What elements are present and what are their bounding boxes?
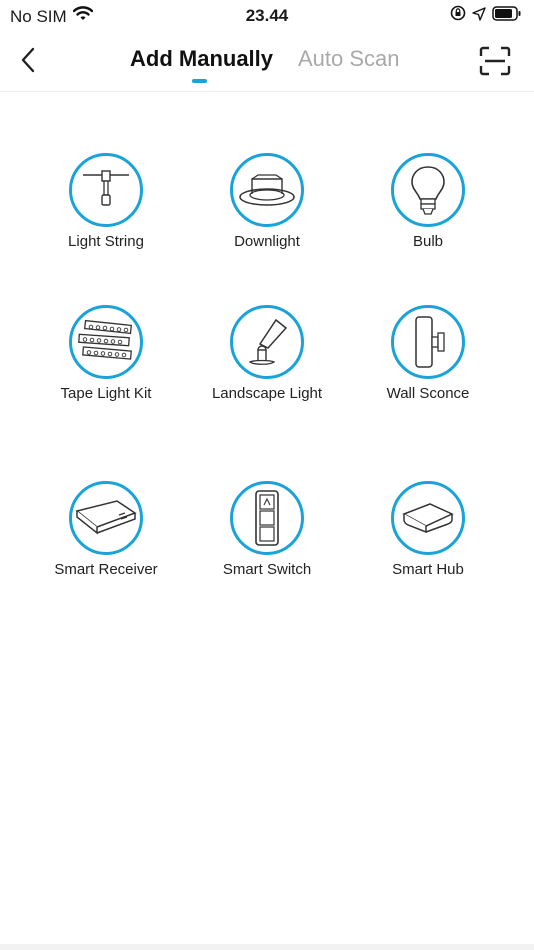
tab-active-indicator (192, 79, 207, 83)
device-label: Landscape Light (211, 385, 323, 402)
device-smart-hub[interactable]: Smart Hub (348, 481, 508, 580)
chevron-left-icon (21, 47, 35, 73)
rotation-lock-icon (450, 5, 466, 26)
device-label: Light String (68, 233, 144, 250)
tab-add-manually[interactable]: Add Manually (130, 46, 273, 72)
nav-bar: Add Manually Auto Scan (0, 34, 534, 92)
device-wall-sconce[interactable]: Wall Sconce (348, 305, 508, 404)
bottom-bar (0, 944, 534, 950)
wall-sconce-icon (391, 305, 465, 379)
device-light-string[interactable]: Light String (26, 153, 186, 252)
device-label: Bulb (412, 233, 444, 250)
device-smart-receiver[interactable]: Smart Receiver (26, 481, 186, 580)
device-bulb[interactable]: Bulb (348, 153, 508, 252)
location-icon (472, 6, 486, 26)
device-label: Smart Receiver (54, 561, 158, 578)
downlight-icon (230, 153, 304, 227)
device-label: Smart Switch (222, 561, 312, 578)
battery-icon (492, 5, 522, 26)
status-right (450, 5, 522, 26)
smart-receiver-icon (69, 481, 143, 555)
tab-auto-scan[interactable]: Auto Scan (298, 46, 400, 72)
smart-hub-icon (391, 481, 465, 555)
tape-light-icon (69, 305, 143, 379)
device-smart-switch[interactable]: Smart Switch (187, 481, 347, 580)
device-tape-light-kit[interactable]: Tape Light Kit (26, 305, 186, 404)
bulb-icon (391, 153, 465, 227)
device-label: Smart Hub (392, 561, 464, 578)
device-label: Wall Sconce (386, 385, 470, 402)
device-downlight[interactable]: Downlight (187, 153, 347, 252)
device-landscape-light[interactable]: Landscape Light (187, 305, 347, 404)
back-button[interactable] (14, 44, 42, 76)
device-label: Downlight (234, 233, 300, 250)
status-bar: No SIM 23.44 (0, 0, 534, 34)
landscape-light-icon (230, 305, 304, 379)
scan-qr-button[interactable] (478, 44, 512, 78)
light-string-icon (69, 153, 143, 227)
device-label: Tape Light Kit (60, 385, 152, 402)
smart-switch-icon (230, 481, 304, 555)
scan-icon (479, 46, 511, 76)
